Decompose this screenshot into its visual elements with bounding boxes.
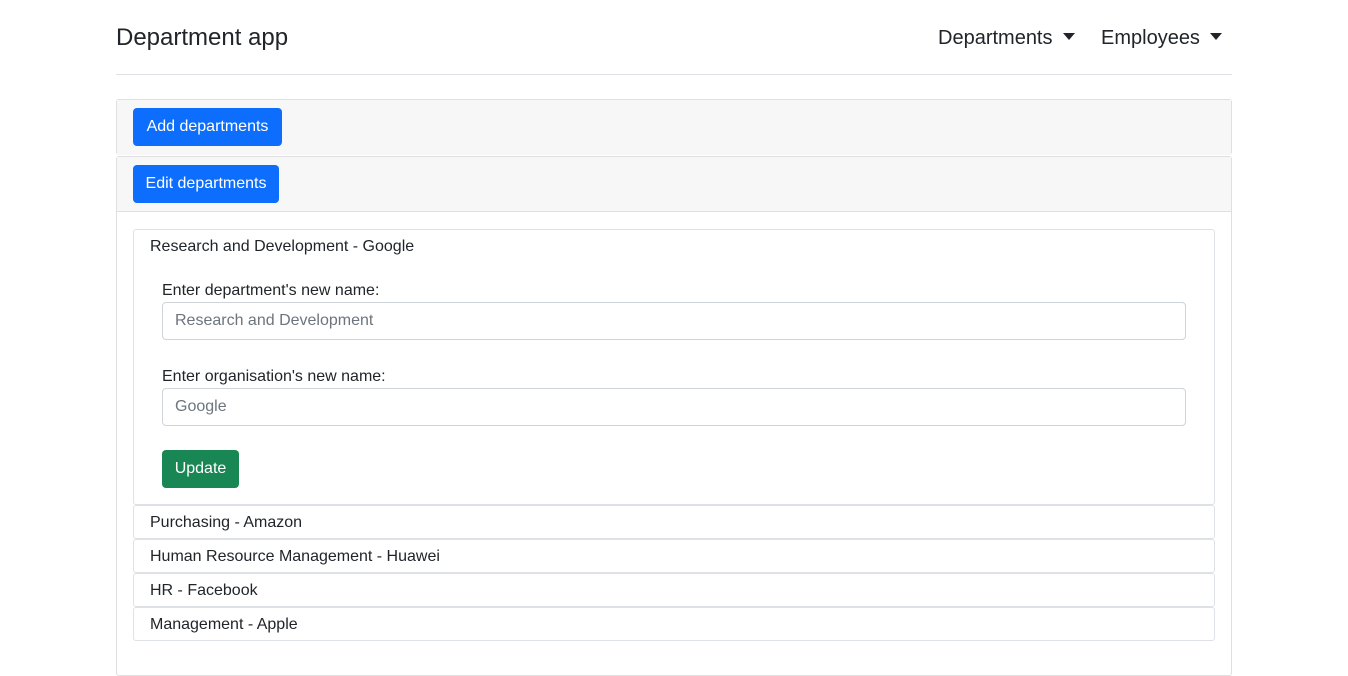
department-item-title: Purchasing - Amazon: [150, 514, 303, 531]
department-item[interactable]: Human Resource Management - Huawei: [133, 539, 1215, 573]
department-name-input[interactable]: [162, 302, 1186, 340]
caret-down-icon: [1209, 33, 1222, 40]
edit-departments-button[interactable]: Edit departments: [133, 165, 279, 203]
main-container: Department app Departments Employees Add…: [116, 0, 1232, 676]
edit-departments-card-header: Edit departments: [117, 157, 1231, 212]
add-departments-button[interactable]: Add departments: [133, 108, 282, 146]
add-departments-card-header: Add departments: [117, 100, 1231, 155]
caret-down-icon: [1062, 33, 1075, 40]
department-item-title: Human Resource Management - Huawei: [150, 548, 440, 565]
department-item-title: HR - Facebook: [150, 582, 258, 599]
department-item[interactable]: Purchasing - Amazon: [133, 505, 1215, 539]
department-item[interactable]: Management - Apple: [133, 607, 1215, 641]
nav-departments-dropdown[interactable]: Departments: [938, 26, 1075, 50]
organisation-name-input[interactable]: [162, 388, 1186, 426]
nav-departments-label: Departments: [938, 27, 1053, 49]
department-item-title: Research and Development - Google: [150, 238, 415, 255]
top-navbar: Department app Departments Employees: [116, 0, 1232, 75]
edit-departments-card: Edit departments Research and Developmen…: [116, 156, 1232, 676]
nav-employees-dropdown[interactable]: Employees: [1101, 26, 1222, 50]
update-button[interactable]: Update: [162, 450, 239, 488]
department-name-label: Enter department's new name:: [162, 282, 380, 299]
add-departments-card: Add departments: [116, 99, 1232, 155]
department-item-expanded[interactable]: Research and Development - Google Enter …: [133, 229, 1215, 505]
brand-title[interactable]: Department app: [116, 24, 288, 52]
nav-employees-label: Employees: [1101, 27, 1200, 49]
department-item-title: Management - Apple: [150, 616, 298, 633]
organisation-name-label: Enter organisation's new name:: [162, 368, 386, 385]
department-item[interactable]: HR - Facebook: [133, 573, 1215, 607]
